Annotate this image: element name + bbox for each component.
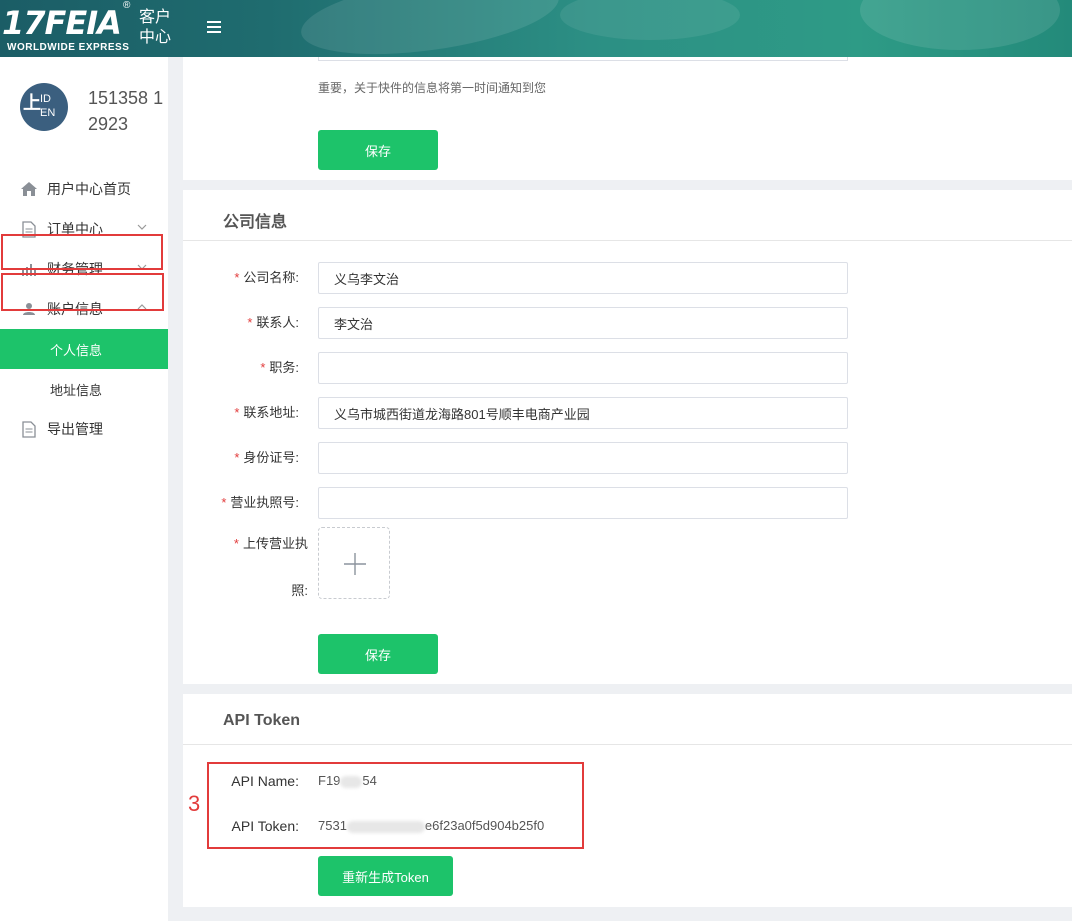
section-title: API Token: [223, 712, 301, 729]
regenerate-token-button[interactable]: 重新生成Token: [318, 856, 453, 896]
annotation-box-2: [1, 273, 164, 311]
upload-license-label: * 上传营业执 照:: [233, 536, 308, 598]
form-row-address: * 联系地址:: [183, 397, 1072, 429]
license-number-input[interactable]: [318, 487, 848, 519]
license-upload-box[interactable]: [318, 527, 390, 599]
plus-icon: [344, 553, 366, 575]
home-icon: [20, 180, 38, 198]
logo-tagline: WORLDWIDE EXPRESS: [7, 42, 130, 53]
annotation-box-1: [1, 234, 163, 270]
user-id: 151358 12923: [88, 88, 164, 134]
hamburger-icon[interactable]: [207, 16, 225, 38]
sidebar-subitem-label: 个人信息: [50, 342, 103, 358]
registered-mark: ®: [123, 0, 131, 11]
notification-hint: 重要，关于快件的信息将第一时间通知到您: [318, 81, 547, 95]
logo-wordmark: 17FEIA: [2, 4, 122, 42]
contact-input[interactable]: [318, 307, 848, 339]
sidebar-item-home[interactable]: 用户中心首页: [0, 169, 168, 209]
chevron-down-icon: [137, 224, 147, 230]
section-title: 公司信息: [223, 214, 288, 231]
document-icon: [20, 420, 38, 438]
world-map-shape: [296, 0, 564, 57]
annotation-number-3: 3: [188, 791, 201, 816]
form-row-position: * 职务:: [183, 352, 1072, 384]
field-label: * 联系人:: [247, 315, 299, 330]
sidebar-subitem-personal-info[interactable]: 个人信息: [0, 329, 168, 369]
form-row-company-name: * 公司名称:: [183, 262, 1072, 294]
brand-logo[interactable]: 17FEIA WORLDWIDE EXPRESS ®: [0, 0, 135, 57]
field-label: * 联系地址:: [234, 405, 299, 420]
sidebar-subitem-address-info[interactable]: 地址信息: [0, 369, 168, 409]
sidebar: 上 ID EN 151358 12923 用户中心首页 订单中心 财务管理 账户…: [0, 57, 168, 921]
sidebar-item-export[interactable]: 导出管理: [0, 409, 168, 449]
company-name-input[interactable]: [318, 262, 848, 294]
id-number-input[interactable]: [318, 442, 848, 474]
form-row-id-number: * 身份证号:: [183, 442, 1072, 474]
form-row-license-number: * 营业执照号:: [183, 487, 1072, 519]
top-header: 17FEIA WORLDWIDE EXPRESS ® 客户 中心: [0, 0, 1072, 57]
avatar[interactable]: 上 ID EN: [20, 83, 68, 131]
annotation-box-3: [207, 762, 584, 849]
field-label: * 身份证号:: [234, 450, 299, 465]
save-company-button[interactable]: 保存: [318, 634, 438, 674]
field-label: * 营业执照号:: [221, 495, 299, 510]
api-token-panel: API Token API Name: F19 54 API Token: 753…: [183, 694, 1072, 907]
form-row-contact: * 联系人:: [183, 307, 1072, 339]
position-input[interactable]: [318, 352, 848, 384]
divider: [183, 240, 1072, 241]
email-field[interactable]: [318, 57, 848, 61]
sidebar-subitem-label: 地址信息: [50, 382, 103, 398]
sidebar-item-label: 导出管理: [47, 421, 103, 437]
company-info-panel: 公司信息 *公司名称: *联系人: *职务: *联系地址: *身份证号: *营业…: [183, 190, 1072, 684]
sidebar-item-label: 用户中心首页: [47, 181, 131, 197]
personal-info-panel: 重要，关于快件的信息将第一时间通知到您 保存: [183, 57, 1072, 180]
address-input[interactable]: [318, 397, 848, 429]
divider: [183, 744, 1072, 745]
save-button[interactable]: 保存: [318, 130, 438, 170]
world-map-shape: [860, 0, 1060, 50]
customer-center-title: 客户 中心: [139, 9, 172, 46]
field-label: * 职务:: [260, 360, 299, 375]
world-map-shape: [560, 0, 740, 40]
field-label: * 公司名称:: [234, 270, 299, 285]
